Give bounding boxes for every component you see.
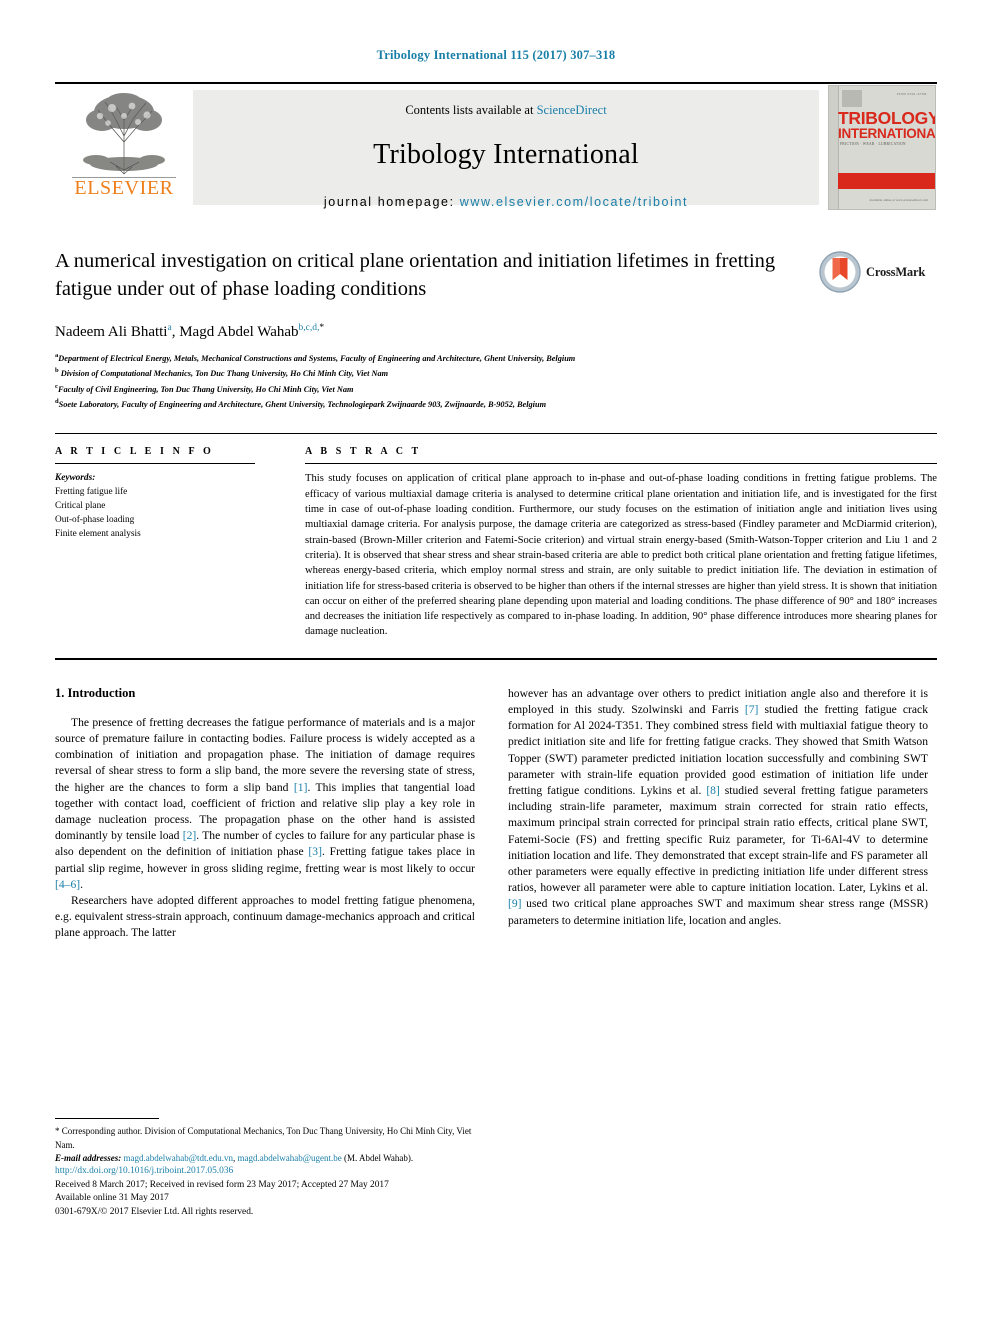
- journal-title: Tribology International: [373, 139, 639, 170]
- affiliation-text: Division of Computational Mechanics, Ton…: [60, 369, 389, 379]
- footnote-area: * Corresponding author. Division of Comp…: [55, 1118, 475, 1166]
- intro-p1-part-e: .: [80, 877, 84, 891]
- colophon: http://dx.doi.org/10.1016/j.triboint.201…: [55, 1165, 655, 1219]
- homepage-url-link[interactable]: www.elsevier.com/locate/triboint: [460, 195, 688, 209]
- running-head: Tribology International 115 (2017) 307–3…: [376, 48, 616, 62]
- author-name-2: Magd Abdel Wahab: [179, 324, 299, 340]
- crossmark-badge[interactable]: CrossMark: [819, 250, 937, 294]
- intro-right-part-b: studied the fretting fatigue crack forma…: [508, 702, 928, 797]
- citation-ref-2[interactable]: [2]: [183, 829, 197, 842]
- affiliation-mark: b: [55, 367, 59, 375]
- masthead-center: Contents lists available at ScienceDirec…: [193, 90, 819, 209]
- intro-right-part-c: studied several fretting fatigue paramet…: [508, 783, 928, 895]
- article-info-column: A R T I C L E I N F O Keywords: Fretting…: [55, 446, 305, 639]
- abstract-bottom-rule: [55, 657, 937, 660]
- info-section-top-rule: [55, 433, 937, 435]
- affiliation-text: Soete Laboratory, Faculty of Engineering…: [58, 399, 547, 409]
- keyword-item: Finite element analysis: [55, 529, 141, 540]
- crossmark-label: CrossMark: [866, 264, 926, 279]
- journal-cover-block: ISSN 0301-679X TRIBOLOGY INTERNATIONAL F…: [819, 84, 937, 211]
- affiliation-item: b Division of Computational Mechanics, T…: [55, 365, 937, 380]
- homepage-label: journal homepage:: [323, 195, 460, 209]
- cover-subtitle: FRICTION · WEAR · LUBRICATION: [840, 142, 906, 146]
- copyright-line: 0301-679X/© 2017 Elsevier Ltd. All right…: [55, 1206, 254, 1217]
- intro-right-part-d: used two critical plane approaches SWT a…: [508, 897, 928, 927]
- citation-ref-1[interactable]: [1]: [294, 781, 308, 794]
- sciencedirect-link[interactable]: ScienceDirect: [537, 103, 607, 117]
- paper-page: Tribology International 115 (2017) 307–3…: [0, 0, 992, 1323]
- author-name-1: Nadeem Ali Bhatti: [55, 324, 168, 340]
- cover-red-band: [838, 173, 935, 189]
- section-heading-introduction: 1. Introduction: [55, 685, 136, 700]
- page-title: A numerical investigation on critical pl…: [55, 250, 776, 300]
- citation-ref-8[interactable]: [8]: [706, 784, 720, 797]
- abstract-heading: A B S T R A C T: [305, 446, 422, 458]
- intro-right-continuation: however has an advantage over others to …: [508, 686, 928, 929]
- journal-masthead: ELSEVIER Contents lists available at Sci…: [55, 82, 937, 211]
- cover-footer-text: Available online at www.sciencedirect.co…: [869, 198, 928, 202]
- received-dates: Received 8 March 2017; Received in revis…: [55, 1179, 389, 1190]
- journal-homepage-line: journal homepage: www.elsevier.com/locat…: [193, 195, 819, 209]
- contents-available-line: Contents lists available at ScienceDirec…: [193, 90, 819, 118]
- citation-ref-3[interactable]: [3]: [308, 845, 322, 858]
- elsevier-wordmark: ELSEVIER: [74, 177, 174, 199]
- affiliation-list: aDepartment of Electrical Energy, Metals…: [55, 350, 937, 411]
- author-2-affil-marks: b,c,d,: [298, 323, 320, 333]
- citation-ref-4-6[interactable]: [4–6]: [55, 878, 80, 891]
- available-online-date: Available online 31 May 2017: [55, 1193, 169, 1204]
- author-list: Nadeem Ali Bhattia, Magd Abdel Wahabb,c,…: [55, 323, 937, 341]
- keyword-item: Out-of-phase loading: [55, 515, 135, 526]
- affiliation-text: Department of Electrical Energy, Metals,…: [58, 353, 576, 363]
- corresponding-author-note: * Corresponding author. Division of Comp…: [55, 1125, 475, 1166]
- abstract-rule: [305, 463, 937, 465]
- email-link-1[interactable]: magd.abdelwahab@tdt.edu.vn: [124, 1153, 234, 1163]
- affiliation-item: cFaculty of Civil Engineering, Ton Duc T…: [55, 381, 937, 396]
- citation-ref-9[interactable]: [9]: [508, 897, 522, 910]
- affiliation-item: dSoete Laboratory, Faculty of Engineerin…: [55, 396, 937, 411]
- article-info-heading: A R T I C L E I N F O: [55, 446, 214, 458]
- email-link-2[interactable]: magd.abdelwahab@ugent.be: [238, 1153, 342, 1163]
- keyword-item: Critical plane: [55, 501, 106, 512]
- info-abstract-section: A R T I C L E I N F O Keywords: Fretting…: [55, 446, 937, 639]
- cover-issn: ISSN 0301-679X: [896, 92, 927, 96]
- email-owner: (M. Abdel Wahab).: [341, 1153, 414, 1163]
- cover-elsevier-icon: [842, 90, 862, 107]
- footnote-corresponding-text: Corresponding author. Division of Comput…: [55, 1126, 472, 1150]
- body-column-left: 1. Introduction The presence of fretting…: [55, 686, 475, 942]
- citation-ref-7[interactable]: [7]: [745, 703, 759, 716]
- affiliation-text: Faculty of Civil Engineering, Ton Duc Th…: [57, 384, 354, 394]
- elsevier-tree-icon: [72, 90, 176, 176]
- doi-link[interactable]: http://dx.doi.org/10.1016/j.triboint.201…: [55, 1166, 233, 1176]
- body-columns: 1. Introduction The presence of fretting…: [55, 686, 937, 942]
- journal-cover-thumbnail: ISSN 0301-679X TRIBOLOGY INTERNATIONAL F…: [828, 85, 936, 210]
- body-column-right: however has an advantage over others to …: [508, 686, 928, 942]
- crossmark-icon: [819, 251, 861, 293]
- contents-prefix: Contents lists available at: [405, 103, 537, 117]
- footnote-rule: [55, 1118, 159, 1119]
- cover-title-line2: INTERNATIONAL: [838, 126, 936, 141]
- abstract-text: This study focuses on application of cri…: [305, 473, 937, 638]
- intro-paragraph-2: Researchers have adopted different appro…: [55, 893, 475, 940]
- title-area: A numerical investigation on critical pl…: [55, 247, 937, 411]
- email-addresses-label: E-mail addresses:: [55, 1153, 122, 1163]
- intro-paragraph-1: The presence of fretting decreases the f…: [55, 715, 475, 893]
- elsevier-logo-block: ELSEVIER: [55, 84, 193, 211]
- keywords-label: Keywords:: [55, 473, 96, 484]
- cover-title-line1: TRIBOLOGY: [838, 108, 936, 128]
- article-info-rule: [55, 463, 255, 465]
- corresponding-author-marker: *: [319, 323, 325, 333]
- cover-spine: [829, 86, 839, 209]
- keyword-item: Fretting fatigue life: [55, 487, 128, 498]
- affiliation-item: aDepartment of Electrical Energy, Metals…: [55, 350, 937, 365]
- abstract-column: A B S T R A C T This study focuses on ap…: [305, 446, 937, 639]
